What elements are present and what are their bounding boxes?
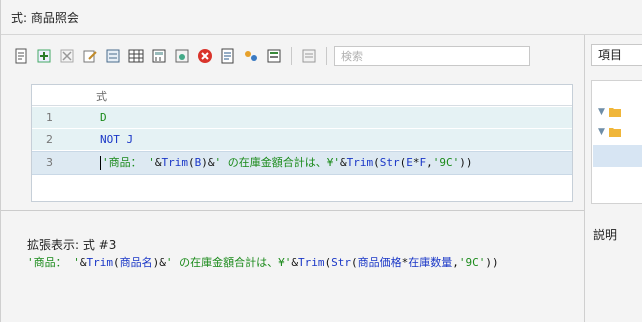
field-reference: Trim xyxy=(161,156,189,169)
formula-window: 式: 商品照会 式 1 D 2 NOT J 3 '商品： xyxy=(0,0,642,322)
tree-folder[interactable]: ▼ xyxy=(598,123,642,141)
field-reference: Trim xyxy=(346,156,374,169)
format-icon[interactable] xyxy=(172,46,192,66)
field-icon[interactable] xyxy=(103,46,123,66)
row-number: 2 xyxy=(46,133,53,146)
field-reference: Str xyxy=(331,256,351,269)
field-reference: F xyxy=(419,156,427,169)
delete-icon[interactable] xyxy=(57,46,77,66)
expanded-formula: '商品： '&Trim(商品名)&' の在庫金額合計は、¥'&Trim(Str(… xyxy=(27,256,499,269)
toolbar-separator xyxy=(326,47,327,65)
tree-item-selected[interactable] xyxy=(593,145,642,167)
expand-arrow-icon[interactable]: ▼ xyxy=(598,127,605,137)
print-icon[interactable] xyxy=(299,46,319,66)
tree-folder[interactable]: ▼ xyxy=(598,103,642,121)
field-reference: B xyxy=(194,156,202,169)
toolbar xyxy=(11,44,530,68)
toolbar-separator xyxy=(291,47,292,65)
string-literal: ' の在庫金額合計は、¥' xyxy=(165,256,292,269)
panel-splitter[interactable] xyxy=(584,35,585,322)
items-panel-header[interactable]: 項目 xyxy=(591,44,642,66)
new-icon[interactable] xyxy=(11,46,31,66)
field-reference: Trim xyxy=(298,256,325,269)
column-header: 式 xyxy=(32,85,572,106)
formula-row[interactable]: 1 D xyxy=(32,107,572,128)
calc-icon[interactable] xyxy=(149,46,169,66)
field-reference: Trim xyxy=(86,256,114,269)
search-input[interactable] xyxy=(334,46,530,66)
text-caret xyxy=(100,156,101,170)
parameter-icon[interactable] xyxy=(264,46,284,66)
formula-row[interactable]: 2 NOT J xyxy=(32,129,572,150)
formula-text[interactable]: NOT J xyxy=(100,129,133,150)
string-literal: '9C' xyxy=(458,256,486,269)
folder-icon xyxy=(608,128,621,137)
formula-text[interactable]: D xyxy=(100,107,107,128)
formula-editor-input[interactable]: '商品： '&Trim(B)&' の在庫金額合計は、¥'&Trim(Str(E*… xyxy=(100,152,473,174)
clear-icon[interactable] xyxy=(195,46,215,66)
field-reference: 在庫数量 xyxy=(408,256,453,269)
variable-icon[interactable] xyxy=(241,46,261,66)
field-reference: E xyxy=(406,156,413,169)
string-literal: '商品： ' xyxy=(27,256,80,269)
string-literal: ' の在庫金額合計は、¥' xyxy=(214,156,341,169)
formula-row-selected[interactable]: 3 '商品： '&Trim(B)&' の在庫金額合計は、¥'&Trim(Str(… xyxy=(32,151,572,175)
expanded-view-text: '商品： '&Trim(商品名)&' の在庫金額合計は、¥'&Trim(Str(… xyxy=(27,256,567,269)
folder-icon xyxy=(608,108,621,117)
formula-list[interactable]: 式 1 D 2 NOT J 3 '商品： '&Trim(B)&' の在庫金額合計… xyxy=(31,84,573,202)
string-literal: '9C' xyxy=(432,156,460,169)
row-number: 3 xyxy=(46,156,53,169)
title-divider xyxy=(1,34,642,35)
formula-text: '商品： '&Trim(B)&' の在庫金額合計は、¥'&Trim(Str(E*… xyxy=(102,156,473,169)
items-tree[interactable]: ▼ ▼ xyxy=(591,80,642,204)
table-icon[interactable] xyxy=(126,46,146,66)
pane-divider[interactable] xyxy=(1,210,584,211)
description-label: 説明 xyxy=(593,228,618,242)
window-title: 式: 商品照会 xyxy=(11,11,79,25)
field-reference: 商品名 xyxy=(119,256,153,269)
edit-icon[interactable] xyxy=(80,46,100,66)
column-header-label: 式 xyxy=(96,90,107,103)
string-literal: '商品： ' xyxy=(102,156,155,169)
function-icon[interactable] xyxy=(218,46,238,66)
field-reference: 商品価格 xyxy=(357,256,402,269)
field-reference: Str xyxy=(379,156,400,169)
insert-icon[interactable] xyxy=(34,46,54,66)
expanded-view-title: 拡張表示: 式 #3 xyxy=(27,238,117,252)
expand-arrow-icon[interactable]: ▼ xyxy=(598,107,605,117)
row-number: 1 xyxy=(46,111,53,124)
